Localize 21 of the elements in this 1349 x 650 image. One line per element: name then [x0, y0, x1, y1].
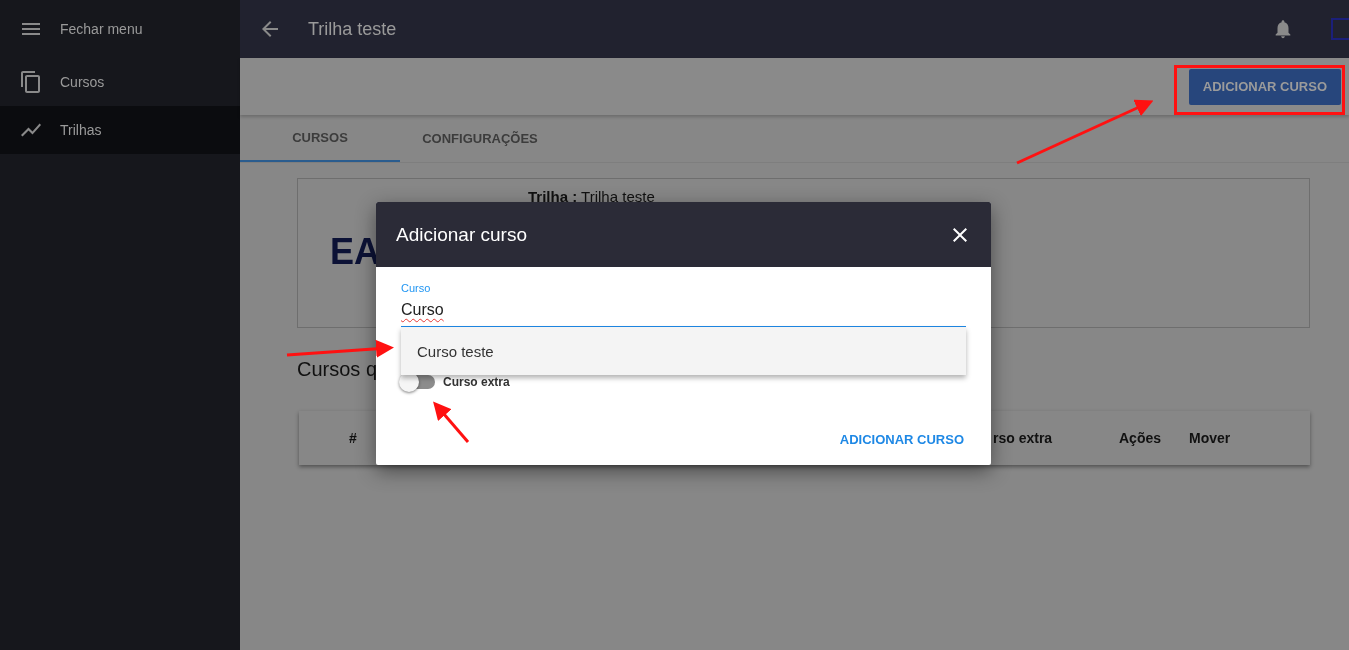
column-header: # [349, 430, 357, 446]
field-label: Curso [401, 282, 432, 294]
trail-name: Trilha : Trilha teste [528, 188, 655, 207]
column-header: Mover [1189, 430, 1231, 446]
dialog-title: Adicionar curso [396, 223, 528, 246]
toggle-label: Curso extra [443, 375, 510, 389]
toggle-switch[interactable] [401, 375, 435, 389]
page-title: Trilha teste [308, 18, 397, 40]
menu-toggle-label[interactable]: Fechar menu [60, 21, 143, 37]
column-header: Ações [1119, 430, 1162, 446]
suggestion-item[interactable]: Curso teste [401, 327, 966, 375]
logo-text: EA [330, 234, 380, 270]
sidebar-item[interactable]: Cursos [0, 58, 240, 106]
column-header: rso extra [993, 430, 1053, 446]
annotation-arrow [433, 401, 470, 443]
section-title: Cursos q [297, 358, 379, 381]
submit-button[interactable]: ADICIONAR CURSO [837, 428, 966, 451]
sidebar-item[interactable]: Trilhas [0, 106, 240, 154]
add-course-button[interactable]: ADICIONAR CURSO [1188, 68, 1341, 105]
copy-icon [19, 70, 43, 94]
field-value: Curso [401, 301, 445, 319]
